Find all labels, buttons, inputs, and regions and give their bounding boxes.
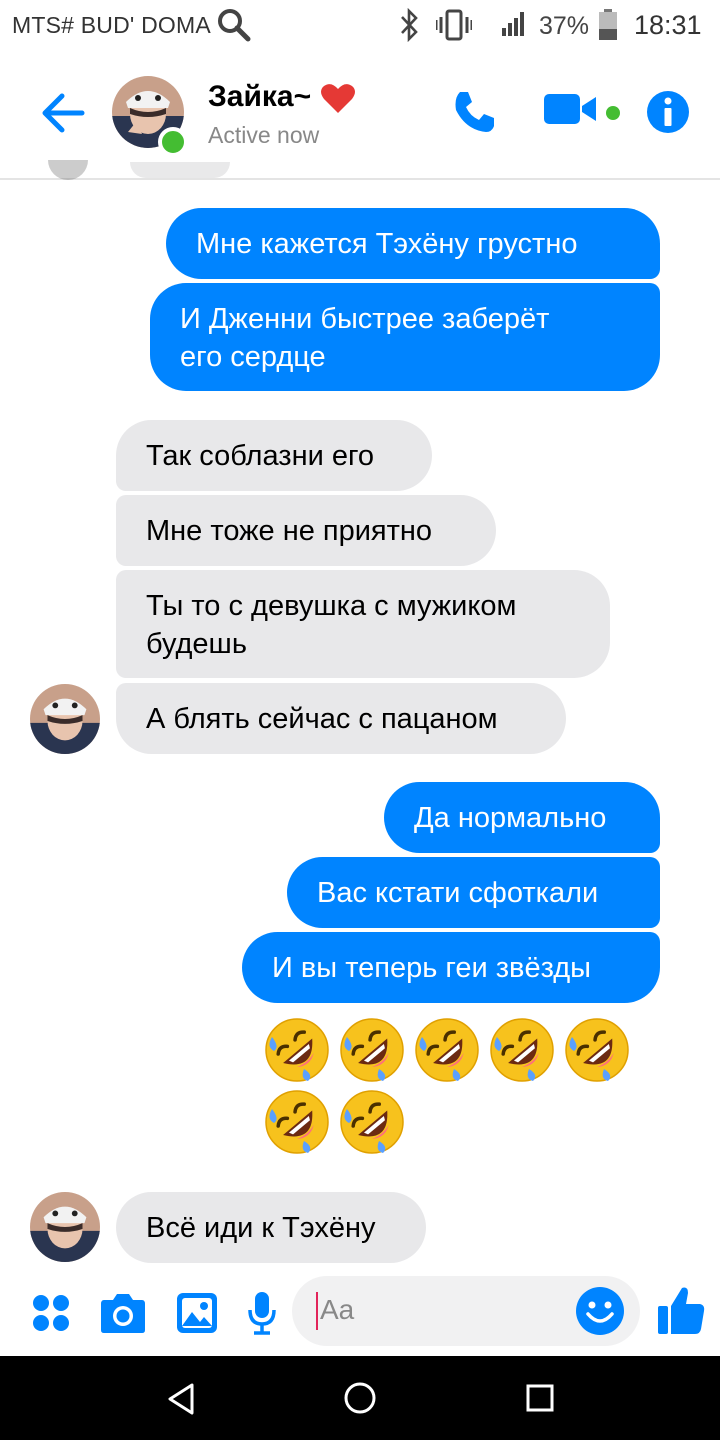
message-input-placeholder: Aa [320, 1294, 355, 1325]
vibrate-icon [436, 9, 472, 41]
phone-icon[interactable] [450, 88, 498, 136]
battery-icon [599, 9, 617, 40]
heart-icon [321, 84, 355, 113]
laughing-emoji-icon [414, 1017, 480, 1083]
clock: 18:31 [634, 10, 702, 40]
nav-back-icon[interactable] [166, 1383, 196, 1415]
message-composer: Aa [0, 1272, 720, 1356]
message-bubble-outgoing[interactable]: Мне кажется Тэхёну грустно [166, 208, 660, 279]
laughing-emoji-icon [339, 1017, 405, 1083]
text-caret [316, 1292, 318, 1330]
contact-avatar-small[interactable] [30, 684, 100, 754]
back-arrow-icon[interactable] [38, 88, 88, 138]
laughing-emoji-icon [489, 1017, 555, 1083]
battery-percent: 37% [539, 12, 590, 40]
laughing-emoji-icon [339, 1089, 405, 1155]
active-status: Active now [208, 122, 320, 148]
camera-icon[interactable] [100, 1292, 146, 1334]
video-camera-icon[interactable] [544, 92, 600, 126]
nav-recents-icon[interactable] [525, 1383, 555, 1413]
previous-bubble-remnant [130, 162, 230, 178]
search-icon [218, 9, 251, 42]
message-bubble-incoming[interactable]: Всё иди к Тэхёну [116, 1192, 426, 1263]
emoji-picker-icon[interactable] [575, 1286, 625, 1336]
laughing-emoji-icon [564, 1017, 630, 1083]
message-bubble-outgoing[interactable]: Вас кстати сфоткали [287, 857, 660, 928]
conversation-header: Зайка~ Active now [0, 50, 720, 180]
info-icon[interactable] [646, 90, 690, 134]
carrier-name: MTS# BUD' DOMA [12, 12, 211, 38]
gallery-icon[interactable] [176, 1292, 218, 1334]
message-input[interactable]: Aa [292, 1276, 640, 1346]
online-status-dot [158, 127, 188, 157]
laughing-emoji-icon [264, 1089, 330, 1155]
message-bubble-outgoing[interactable]: И Дженни быстрее заберёт его сердце [150, 283, 660, 391]
contact-name[interactable]: Зайка~ [208, 80, 311, 114]
message-bubble-outgoing[interactable]: Да нормально [384, 782, 660, 853]
microphone-icon[interactable] [246, 1290, 278, 1336]
message-bubble-incoming[interactable]: Ты то с девушка с мужиком будешь [116, 570, 610, 678]
signal-icon [502, 12, 524, 36]
message-bubble-incoming[interactable]: Так соблазни его [116, 420, 432, 491]
laughing-emoji-icon [264, 1017, 330, 1083]
video-active-dot [606, 106, 620, 120]
message-bubble-outgoing[interactable]: И вы теперь геи звёзды [242, 932, 660, 1003]
contact-avatar-small[interactable] [30, 1192, 100, 1262]
bluetooth-icon [401, 8, 418, 42]
system-navigation-bar [0, 1356, 720, 1440]
thumbs-up-icon[interactable] [656, 1284, 706, 1336]
message-bubble-incoming[interactable]: Мне тоже не приятно [116, 495, 496, 566]
status-bar: MTS# BUD' DOMA 37% 18:31 [0, 0, 720, 50]
nav-home-icon[interactable] [343, 1381, 377, 1415]
message-bubble-incoming[interactable]: А блять сейчас с пацаном [116, 683, 566, 754]
apps-grid-icon[interactable] [32, 1294, 70, 1332]
